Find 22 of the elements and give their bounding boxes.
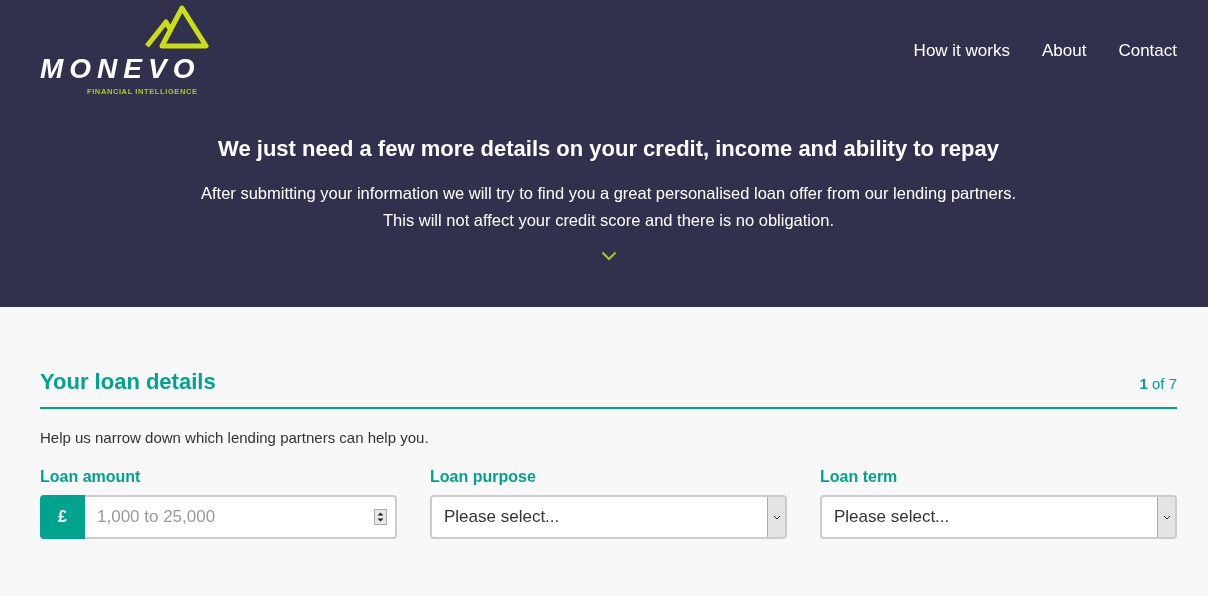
select-field[interactable]: Please select...	[820, 495, 1177, 539]
intro-text: This will not affect your credit score and there is no obligation.	[382, 210, 835, 231]
logo-wordmark[interactable]: MONEVO	[40, 55, 201, 83]
select-field[interactable]: Please select...	[430, 495, 787, 539]
help-text: Help us narrow down which lending partners can help you.	[40, 429, 430, 446]
chevron-down-icon[interactable]	[600, 251, 617, 261]
nav-link[interactable]: About	[1041, 41, 1087, 61]
intro-text: After submitting your information we will try to find you a great personalised loan offer from our lending partners.	[200, 183, 1017, 204]
currency-prefix: £	[40, 495, 85, 539]
nav-link[interactable]: How it works	[913, 41, 1010, 61]
field-label: Loan purpose	[430, 468, 537, 486]
caret-icon	[772, 514, 781, 520]
spinner-icon[interactable]	[374, 509, 387, 525]
nav-link[interactable]: Contact	[1118, 41, 1177, 61]
amount-field[interactable]: 1,000 to 25,000	[85, 495, 397, 539]
mountain-logo-icon	[144, 5, 210, 49]
field-label: Loan term	[820, 468, 899, 486]
caret-icon	[1162, 514, 1171, 520]
field-label: Loan amount	[40, 468, 142, 486]
headline: We just need a few more details on your credit, income and ability to repay	[217, 136, 1000, 162]
step-counter: 1 of 7	[1139, 375, 1177, 392]
section-title: Your loan details	[40, 369, 216, 395]
